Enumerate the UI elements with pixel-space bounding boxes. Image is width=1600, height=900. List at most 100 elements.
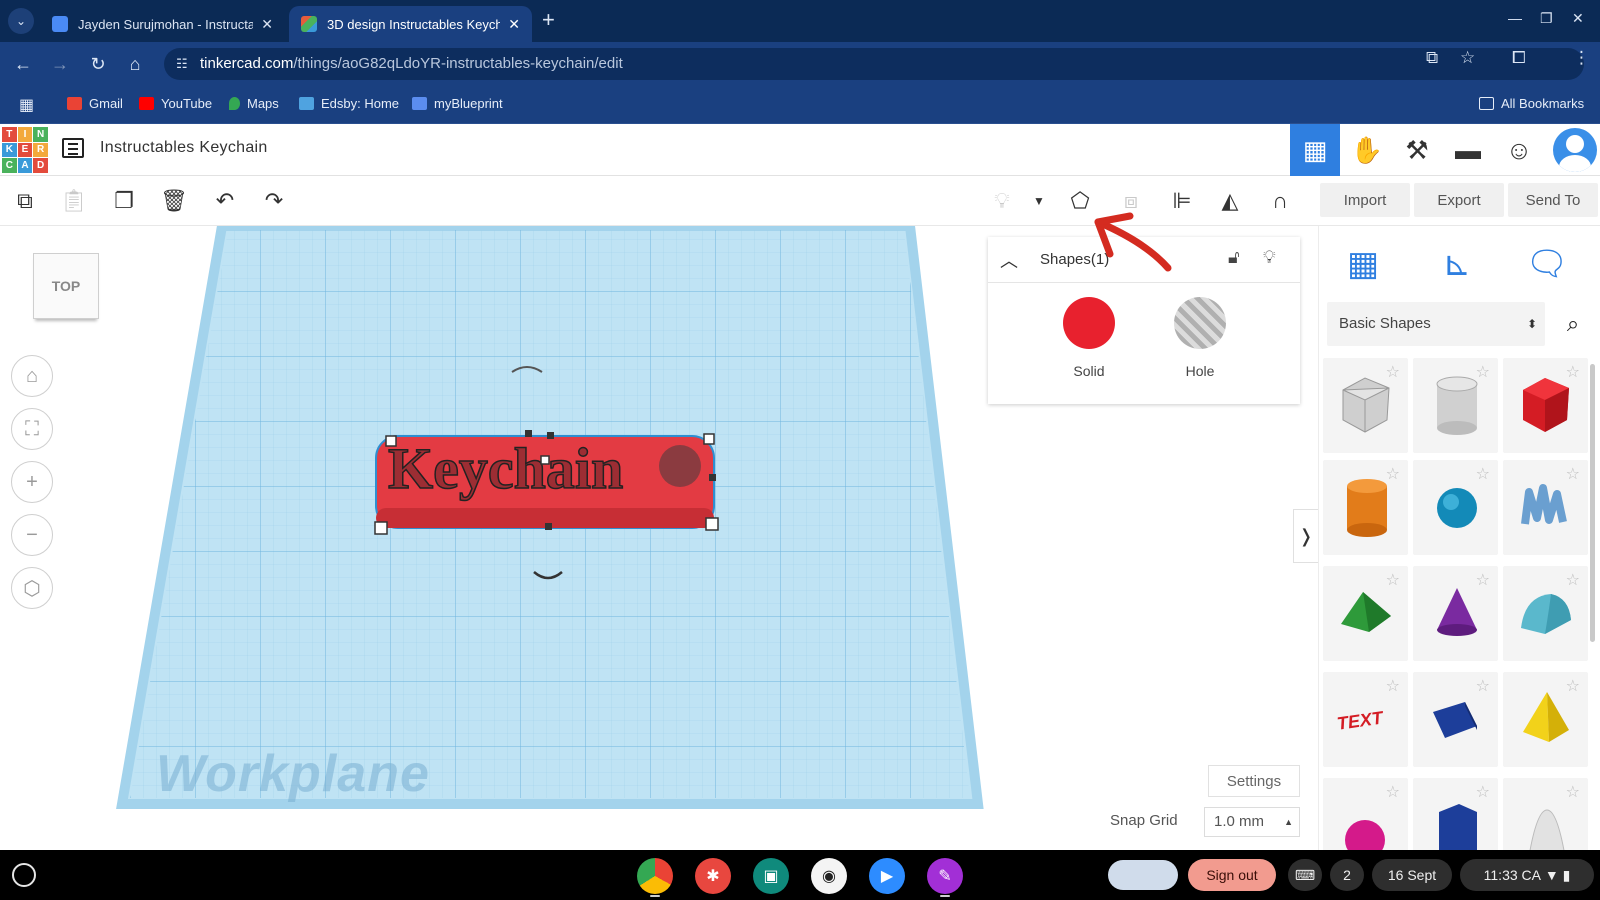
shape-roof[interactable]: ☆ <box>1323 566 1408 661</box>
invite-user-icon[interactable]: ☺ <box>1494 124 1544 176</box>
sidebar-scrollbar[interactable] <box>1590 364 1595 642</box>
copy-icon[interactable]: ⧉ <box>10 186 40 216</box>
keychain-text[interactable]: Keychain <box>387 435 624 502</box>
snap-grid-select[interactable]: 1.0 mm ▲ <box>1204 807 1300 837</box>
bookmark-edsby[interactable]: Edsby: Home <box>299 96 399 111</box>
light-bulb-icon[interactable]: 💡︎ <box>1263 247 1276 268</box>
shape-half-cylinder[interactable]: ☆ <box>1413 672 1498 767</box>
site-settings-icon[interactable]: ☷ <box>176 48 188 80</box>
duplicate-icon[interactable]: ❐ <box>109 186 139 216</box>
shape-box-hole[interactable]: ☆ <box>1323 358 1408 453</box>
fit-view-icon[interactable]: ⛶ <box>11 408 53 450</box>
shape-text[interactable]: ☆ TEXT <box>1323 672 1408 767</box>
keychain-hole-shape[interactable] <box>659 445 701 487</box>
bookmark-youtube[interactable]: YouTube <box>139 96 212 111</box>
tinkercad-logo[interactable]: T I N K E R C A D <box>2 127 48 173</box>
bookmark-maps[interactable]: Maps <box>229 96 279 111</box>
hole-option[interactable]: Hole <box>1160 297 1240 379</box>
minimize-icon[interactable]: — <box>1508 10 1522 26</box>
reload-icon[interactable]: ↻ <box>86 52 110 76</box>
svg-text:TEXT: TEXT <box>1336 707 1386 733</box>
category-value: Basic Shapes <box>1339 315 1431 332</box>
light-bulb-icon[interactable]: 💡︎ <box>987 186 1017 216</box>
browser-menu-icon[interactable]: ⋮ <box>1573 48 1590 68</box>
restore-icon[interactable]: ❐ <box>1540 10 1553 27</box>
classroom-app-icon[interactable]: ▣ <box>753 858 789 894</box>
shape-sphere[interactable]: ☆ <box>1413 460 1498 555</box>
screenshot-app-icon[interactable]: ✎ <box>927 858 963 894</box>
shape-cylinder[interactable]: ☆ <box>1323 460 1408 555</box>
sign-out-button[interactable]: Sign out <box>1188 859 1276 891</box>
bookmark-myblueprint[interactable]: myBlueprint <box>412 96 503 111</box>
forward-arrow-icon[interactable]: → <box>48 52 72 76</box>
view-cube[interactable]: TOP <box>33 253 99 319</box>
collapse-chevron-icon[interactable]: ︿ <box>1000 247 1018 273</box>
tab-tinkercad[interactable]: 3D design Instructables Keycha ✕ <box>289 6 532 42</box>
keyboard-icon[interactable]: ⌨ <box>1288 859 1322 891</box>
collapse-panel-chevron-icon[interactable]: ❭ <box>1293 509 1319 563</box>
solid-option[interactable]: Solid <box>1049 297 1129 379</box>
home-icon[interactable]: ⌂ <box>123 52 147 76</box>
extensions-icon[interactable]: ⧠ <box>1512 48 1526 68</box>
ruler-icon[interactable]: ⊾ <box>1427 238 1487 290</box>
workplane-grid-icon[interactable]: ▦ <box>1333 238 1393 290</box>
bricks-pickaxe-icon[interactable]: ⚒ <box>1392 124 1442 176</box>
notification-count[interactable]: 2 <box>1330 859 1364 891</box>
launcher-icon[interactable] <box>12 863 36 887</box>
install-app-icon[interactable]: ⧉ <box>1426 48 1438 68</box>
shape-cone[interactable]: ☆ <box>1413 566 1498 661</box>
export-button[interactable]: Export <box>1414 183 1504 217</box>
new-tab-plus-icon[interactable]: + <box>542 9 555 31</box>
redo-icon[interactable]: ↷ <box>259 186 289 216</box>
kindle-app-icon[interactable]: ◉ <box>811 858 847 894</box>
shape-cylinder-hole[interactable]: ☆ <box>1413 358 1498 453</box>
user-avatar[interactable] <box>1553 128 1597 172</box>
delete-trash-icon[interactable]: 🗑︎ <box>159 186 189 216</box>
close-window-icon[interactable]: ✕ <box>1572 10 1584 27</box>
3d-view-grid-icon[interactable]: ▦ <box>1290 124 1340 176</box>
send-to-button[interactable]: Send To <box>1508 183 1598 217</box>
close-icon[interactable]: ✕ <box>508 16 520 33</box>
zoom-app-icon[interactable]: ▶ <box>869 858 905 894</box>
tab-search-button[interactable]: ⌄ <box>8 8 34 34</box>
design-title[interactable]: Instructables Keychain <box>100 139 268 157</box>
undo-icon[interactable]: ↶ <box>210 186 240 216</box>
hole-swatch[interactable] <box>1174 297 1226 349</box>
zoom-in-icon[interactable]: + <box>11 461 53 503</box>
home-view-icon[interactable]: ⌂ <box>11 355 53 397</box>
search-icon[interactable]: ⌕ <box>1553 302 1593 346</box>
holding-space-thumbnail[interactable] <box>1108 860 1178 890</box>
back-arrow-icon[interactable]: ← <box>11 52 35 76</box>
chevron-down-icon[interactable]: ▼ <box>1024 186 1054 216</box>
lock-icon[interactable]: 🔓︎ <box>1228 247 1240 268</box>
date-display[interactable]: 16 Sept <box>1372 859 1452 891</box>
perspective-cube-icon[interactable]: ⬡ <box>11 567 53 609</box>
bookmark-star-icon[interactable]: ☆ <box>1460 48 1475 68</box>
shape-category-select[interactable]: Basic Shapes ⬍ <box>1327 302 1545 346</box>
chrome-app-icon[interactable] <box>637 858 673 894</box>
zoom-out-icon[interactable]: − <box>11 514 53 556</box>
bookmark-gmail[interactable]: Gmail <box>67 96 123 111</box>
shape-round-roof[interactable]: ☆ <box>1503 566 1588 661</box>
blocks-hand-icon[interactable]: ✋ <box>1342 124 1392 176</box>
close-icon[interactable]: ✕ <box>261 16 273 33</box>
cruise-magnet-icon[interactable]: ∩ <box>1265 186 1295 216</box>
shape-scribble[interactable]: ☆ <box>1503 460 1588 555</box>
mirror-icon[interactable]: ◭ <box>1215 186 1245 216</box>
address-bar[interactable]: ☷ tinkercad.com/things/aoG82qLdoYR-instr… <box>164 48 1584 80</box>
canvas-paint-app-icon[interactable]: ✱ <box>695 858 731 894</box>
tab-instructables[interactable]: Jayden Surujmohan - Instructab ✕ <box>40 6 285 42</box>
all-bookmarks[interactable]: All Bookmarks <box>1479 96 1584 111</box>
shape-pyramid[interactable]: ☆ <box>1503 672 1588 767</box>
solid-color-swatch[interactable] <box>1063 297 1115 349</box>
status-tray[interactable]: 11:33 CA ▼ ▮ <box>1460 859 1594 891</box>
design-list-icon[interactable] <box>62 138 84 158</box>
logo-letter: I <box>17 127 33 142</box>
shape-box[interactable]: ☆ <box>1503 358 1588 453</box>
notes-icon[interactable]: 🗨︎ <box>1517 238 1577 290</box>
settings-button[interactable]: Settings <box>1208 765 1300 797</box>
paste-icon[interactable]: 📋︎ <box>59 186 89 216</box>
import-button[interactable]: Import <box>1320 183 1410 217</box>
projects-briefcase-icon[interactable]: ▬ <box>1443 124 1493 176</box>
apps-grid-icon[interactable]: ▦ <box>19 95 34 115</box>
